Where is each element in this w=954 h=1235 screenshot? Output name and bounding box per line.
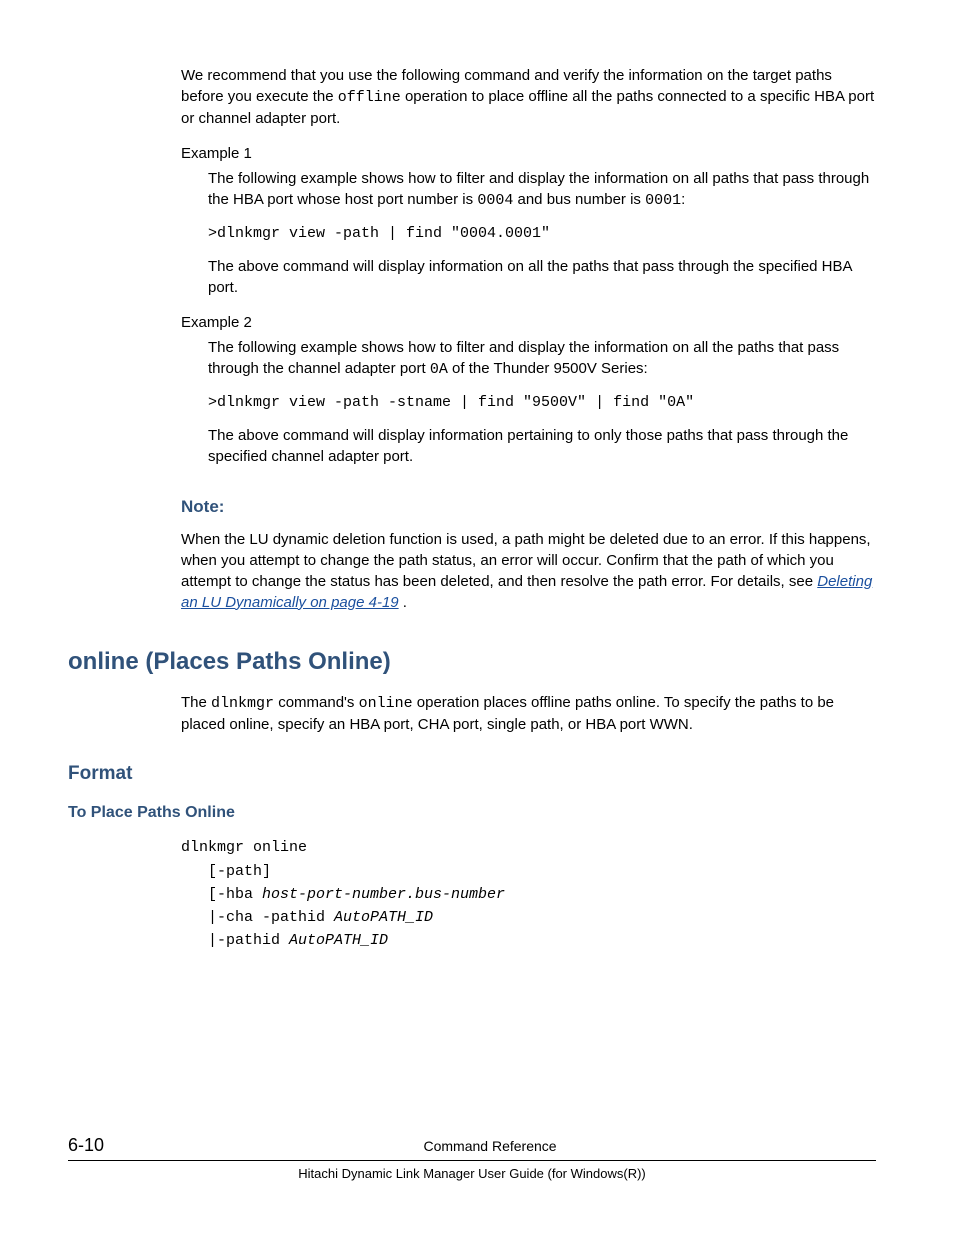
syntax-line3b: host-port-number.bus-number bbox=[262, 886, 505, 903]
chapter-title: Command Reference bbox=[104, 1137, 876, 1157]
example1-code1: 0004 bbox=[477, 192, 513, 209]
example2-text-b: of the Thunder 9500V Series: bbox=[448, 360, 648, 377]
example1-label: Example 1 bbox=[181, 143, 876, 164]
example1-body1: The following example shows how to filte… bbox=[208, 168, 876, 211]
note-body: When the LU dynamic deletion function is… bbox=[181, 529, 876, 613]
page-footer: 6-10 Command Reference Hitachi Dynamic L… bbox=[68, 1133, 876, 1183]
online-text-b: command's bbox=[274, 694, 359, 711]
format-sub-heading: To Place Paths Online bbox=[68, 802, 876, 824]
format-heading: Format bbox=[68, 761, 876, 788]
example1-code2: 0001 bbox=[645, 192, 681, 209]
online-heading: online (Places Paths Online) bbox=[68, 645, 876, 679]
intro-code: offline bbox=[338, 89, 401, 106]
footer-rule bbox=[68, 1160, 876, 1161]
online-code1: dlnkmgr bbox=[211, 695, 274, 712]
example2-body1: The following example shows how to filte… bbox=[208, 337, 876, 380]
syntax-line3a: [-hba bbox=[181, 886, 262, 903]
syntax-line5b: AutoPATH_ID bbox=[289, 932, 388, 949]
doc-title: Hitachi Dynamic Link Manager User Guide … bbox=[68, 1165, 876, 1183]
example2-command: >dlnkmgr view -path -stname | find "9500… bbox=[208, 392, 876, 413]
note-text: When the LU dynamic deletion function is… bbox=[181, 531, 871, 590]
syntax-line2: [-path] bbox=[181, 863, 271, 880]
intro-paragraph: We recommend that you use the following … bbox=[181, 65, 876, 129]
syntax-line4a: |-cha -pathid bbox=[181, 909, 334, 926]
example1-command: >dlnkmgr view -path | find "0004.0001" bbox=[208, 223, 876, 244]
example2-body2: The above command will display informati… bbox=[208, 425, 876, 467]
online-paragraph: The dlnkmgr command's online operation p… bbox=[181, 692, 876, 735]
syntax-line1: dlnkmgr online bbox=[181, 839, 307, 856]
note-tail: . bbox=[399, 594, 407, 611]
example2-label: Example 2 bbox=[181, 312, 876, 333]
syntax-line5a: |-pathid bbox=[181, 932, 289, 949]
page-number: 6-10 bbox=[68, 1133, 104, 1158]
example1-body2: The above command will display informati… bbox=[208, 256, 876, 298]
example2-code1: 0A bbox=[430, 361, 448, 378]
example1-text-b: and bus number is bbox=[513, 191, 645, 208]
note-heading: Note: bbox=[181, 495, 876, 519]
syntax-line4b: AutoPATH_ID bbox=[334, 909, 433, 926]
online-text-a: The bbox=[181, 694, 211, 711]
example1-text-c: : bbox=[681, 191, 685, 208]
online-code2: online bbox=[359, 695, 413, 712]
syntax-block: dlnkmgr online [-path] [-hba host-port-n… bbox=[181, 836, 876, 952]
